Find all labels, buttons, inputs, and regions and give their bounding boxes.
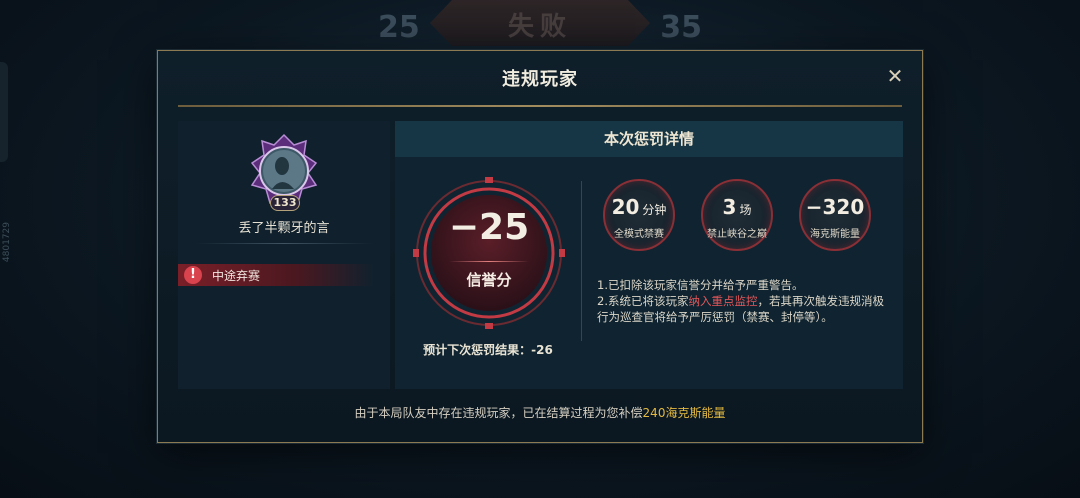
note-line-2: 2.系统已将该玩家纳入重点监控，若其再次触发违规消极行为巡查官将给予严厉惩罚（禁… [597, 293, 893, 325]
hextech-energy-badge: −320 海克斯能量 [799, 179, 871, 251]
dialog-title: 违规玩家 [502, 69, 578, 90]
close-icon[interactable]: ✕ [884, 65, 906, 87]
note-2-prefix: 2.系统已将该玩家 [597, 294, 689, 308]
compensation-prefix: 由于本局队友中存在违规玩家，已在结算过程为您补偿 [354, 406, 643, 420]
badge-value: −320 [805, 195, 865, 219]
player-name: 丢了半颗牙的言 [238, 221, 330, 236]
penalty-notes: 1.已扣除该玩家信誉分并给予严重警告。 2.系统已将该玩家纳入重点监控，若其再次… [597, 277, 893, 325]
badge-label: 全模式禁赛 [614, 229, 664, 240]
violation-tag: ! 中途弃赛 [178, 264, 374, 286]
panel-divider [581, 181, 582, 341]
background-score-header: 25 失败 35 [360, 0, 720, 48]
credit-change-value: −25 [448, 207, 530, 248]
background-result-text: 失败 [507, 12, 572, 42]
background-result-banner: 失败 [430, 0, 650, 46]
badge-value: 20 [611, 195, 640, 219]
badge-value: 3 [722, 195, 737, 219]
note-2-highlight: 纳入重点监控 [688, 294, 758, 308]
ban-duration-badge: 20 分钟 全模式禁赛 [603, 179, 675, 251]
background-score-left: 25 [378, 10, 420, 45]
credit-gauge: −25 信誉分 [413, 177, 565, 329]
penalty-panel: 本次惩罚详情 −25 信誉分 预计下次惩罚结果：-26 20 分钟 全模式禁赛 … [395, 121, 903, 389]
ranked-ban-badge: 3场 禁止峡谷之巅 [701, 179, 773, 251]
left-edge-tab [0, 62, 8, 162]
next-penalty-forecast: 预计下次惩罚结果：-26 [423, 343, 553, 357]
compensation-notice: 由于本局队友中存在违规玩家，已在结算过程为您补偿240海克斯能量 [158, 404, 922, 421]
gauge-divider [449, 261, 529, 262]
player-panel: 133 丢了半颗牙的言 ! 中途弃赛 [178, 121, 390, 389]
penalty-header: 本次惩罚详情 [395, 121, 903, 157]
warning-icon: ! [184, 266, 202, 284]
badge-label: 禁止峡谷之巅 [707, 229, 767, 240]
avatar[interactable]: 133 [248, 133, 320, 213]
credit-label: 信誉分 [466, 271, 512, 289]
name-divider [196, 243, 372, 244]
note-line-1: 1.已扣除该玩家信誉分并给予严重警告。 [597, 278, 804, 292]
badge-unit: 场 [739, 203, 752, 217]
badge-unit: 分钟 [642, 203, 667, 217]
violation-label: 中途弃赛 [212, 269, 261, 283]
gauge-ring-icon [413, 177, 565, 329]
violation-dialog: 违规玩家 ✕ 133 丢了半颗牙的言 ! 中途弃赛 本次惩罚详情 −25 信誉分… [157, 50, 923, 443]
level-badge: 133 [270, 195, 300, 211]
side-id-text: 4801729 [2, 222, 12, 263]
compensation-amount: 240海克斯能量 [642, 406, 726, 420]
title-divider [178, 105, 902, 107]
badge-label: 海克斯能量 [810, 229, 860, 240]
background-score-right: 35 [660, 10, 702, 45]
